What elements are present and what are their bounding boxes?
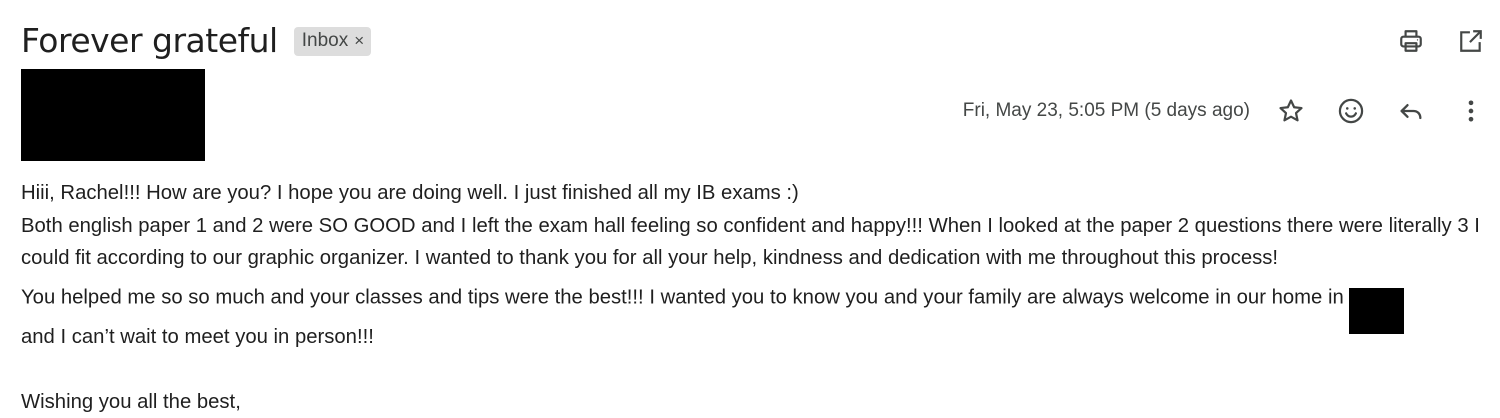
star-icon[interactable] bbox=[1276, 96, 1306, 126]
blank-line bbox=[21, 353, 1481, 386]
email-subject: Forever grateful bbox=[21, 18, 278, 64]
print-all-icon[interactable] bbox=[1396, 26, 1426, 56]
body-line-welcome-text: You helped me so so much and your classe… bbox=[21, 286, 1344, 308]
subject-row: Forever grateful Inbox × bbox=[21, 18, 371, 64]
message-meta-row: Fri, May 23, 5:05 PM (5 days ago) bbox=[963, 96, 1486, 126]
remove-label-icon[interactable]: × bbox=[354, 31, 364, 51]
redacted-location bbox=[1349, 288, 1404, 334]
body-line-closing: and I can’t wait to meet you in person!!… bbox=[21, 321, 1481, 354]
body-paragraph: Both english paper 1 and 2 were SO GOOD … bbox=[21, 210, 1481, 275]
thread-actions bbox=[1396, 26, 1486, 56]
body-greeting-line: Hiii, Rachel!!! How are you? I hope you … bbox=[21, 177, 1481, 210]
message-actions bbox=[1276, 96, 1486, 126]
inbox-label-chip[interactable]: Inbox × bbox=[294, 27, 371, 56]
open-in-new-window-icon[interactable] bbox=[1456, 26, 1486, 56]
body-line-welcome: You helped me so so much and your classe… bbox=[21, 275, 1481, 321]
more-options-icon[interactable] bbox=[1456, 96, 1486, 126]
redacted-sender-info bbox=[21, 69, 205, 161]
email-body: Hiii, Rachel!!! How are you? I hope you … bbox=[21, 177, 1481, 418]
body-signoff: Wishing you all the best, bbox=[21, 386, 1481, 418]
message-date: Fri, May 23, 5:05 PM (5 days ago) bbox=[963, 100, 1250, 122]
inbox-label-text: Inbox bbox=[302, 30, 348, 52]
add-reaction-icon[interactable] bbox=[1336, 96, 1366, 126]
reply-icon[interactable] bbox=[1396, 96, 1426, 126]
